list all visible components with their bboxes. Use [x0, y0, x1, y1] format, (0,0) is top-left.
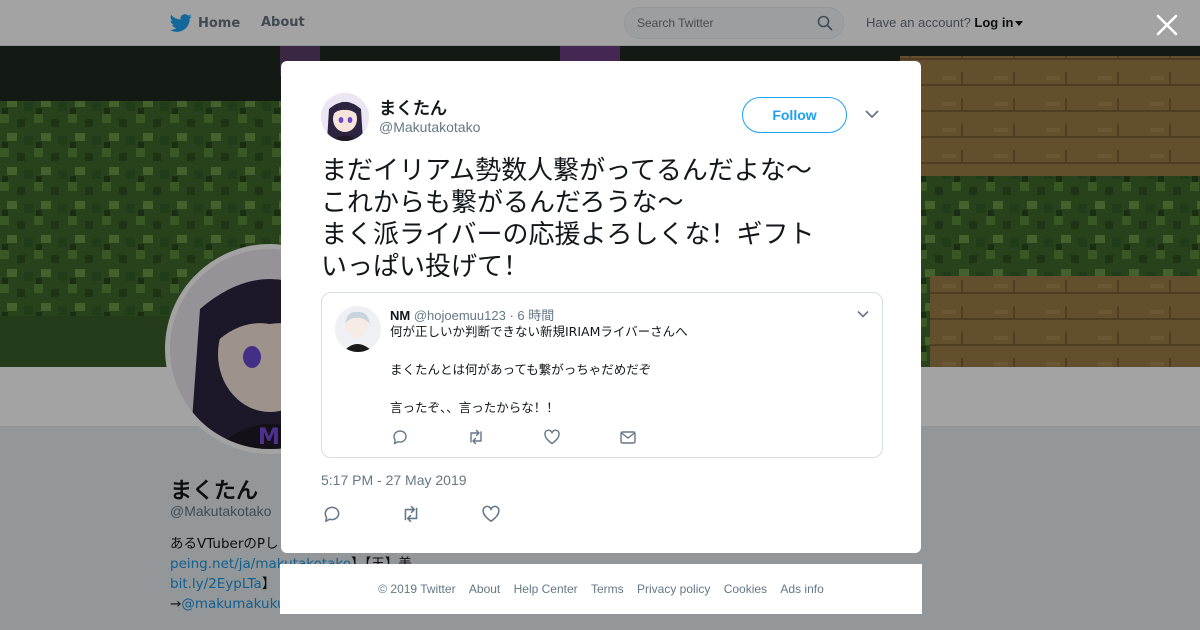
tweet-text: まだイリアム勢数人繋がってるんだよな～ これからも繋がるんだろうな～ まく派ライ…	[321, 155, 881, 283]
footer-copyright: © 2019 Twitter	[378, 582, 456, 596]
footer-privacy-link[interactable]: Privacy policy	[637, 582, 710, 596]
tweet-timestamp[interactable]: 5:17 PM - 27 May 2019	[321, 472, 467, 488]
quoted-time: · 6 時間	[509, 308, 555, 323]
author-name[interactable]: まくたん	[379, 94, 447, 119]
footer-ads-link[interactable]: Ads info	[780, 582, 823, 596]
like-icon[interactable]	[543, 428, 561, 446]
quoted-text-line: 何が正しいか判断できない新規IRIAMライバーさんへ	[390, 324, 688, 339]
like-icon[interactable]	[481, 504, 501, 524]
retweet-icon[interactable]	[401, 504, 421, 524]
dm-icon[interactable]	[619, 428, 637, 446]
quoted-text-line: 言ったぞ、、言ったからな！！	[390, 400, 559, 415]
quoted-text-line: まくたんとは何があっても繋がっちゃだめだぞ	[390, 362, 652, 377]
quoted-author-avatar[interactable]	[335, 306, 381, 352]
quoted-tweet[interactable]: NM @hojoemuu123 · 6 時間 何が正しいか判断できない新規IRI…	[321, 292, 883, 458]
author-handle[interactable]: @Makutakotako	[379, 119, 480, 135]
close-icon[interactable]	[1154, 12, 1180, 38]
chevron-down-icon[interactable]	[857, 310, 869, 318]
tweet-text-line: これからも繋がるんだろうな～	[321, 188, 684, 218]
reply-icon[interactable]	[322, 504, 342, 524]
quoted-author-handle[interactable]: @hojoemuu123	[414, 308, 506, 323]
retweet-icon[interactable]	[467, 428, 485, 446]
tweet-text-line: まだイリアム勢数人繋がってるんだよな～	[321, 156, 812, 186]
reply-icon[interactable]	[391, 428, 409, 446]
footer-help-link[interactable]: Help Center	[514, 582, 578, 596]
footer-terms-link[interactable]: Terms	[591, 582, 624, 596]
tweet-modal: まくたん @Makutakotako Follow まだイリアム勢数人繋がってる…	[281, 61, 921, 553]
modal-footer: © 2019 Twitter About Help Center Terms P…	[280, 564, 922, 614]
author-avatar[interactable]	[321, 93, 369, 141]
tweet-text-line: いっぱい投げて！	[321, 252, 530, 282]
quoted-actions	[390, 428, 650, 446]
chevron-down-icon[interactable]	[865, 109, 879, 119]
tweet-text-line: まく派ライバーの応援よろしくな！ギフト	[321, 220, 815, 250]
footer-cookies-link[interactable]: Cookies	[724, 582, 767, 596]
quoted-text: 何が正しいか判断できない新規IRIAMライバーさんへ まくたんとは何があっても繋…	[390, 322, 860, 417]
quoted-author-name[interactable]: NM	[390, 308, 410, 323]
footer-about-link[interactable]: About	[469, 582, 500, 596]
follow-button[interactable]: Follow	[742, 97, 847, 133]
